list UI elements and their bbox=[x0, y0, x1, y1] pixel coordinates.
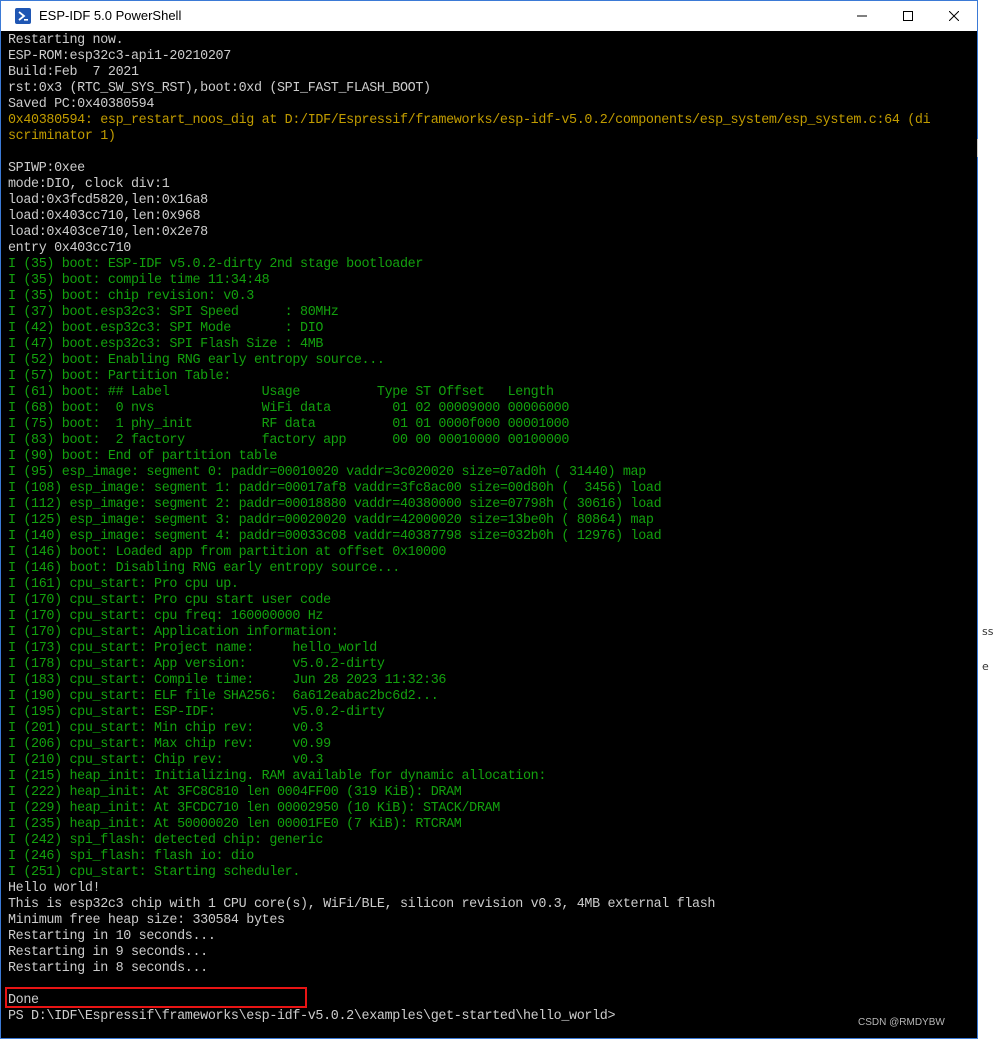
terminal-line: I (108) esp_image: segment 1: paddr=0001… bbox=[8, 481, 662, 496]
terminal-line: I (52) boot: Enabling RNG early entropy … bbox=[8, 353, 385, 368]
powershell-icon[interactable] bbox=[15, 8, 31, 24]
terminal-line: I (42) boot.esp32c3: SPI Mode : DIO bbox=[8, 321, 324, 336]
terminal-line: Restarting in 8 seconds... bbox=[8, 961, 208, 976]
terminal-line: I (201) cpu_start: Min chip rev: v0.3 bbox=[8, 721, 324, 736]
maximize-button[interactable] bbox=[885, 1, 931, 31]
close-icon bbox=[949, 11, 959, 21]
minimize-icon bbox=[857, 15, 867, 17]
terminal-line: I (95) esp_image: segment 0: paddr=00010… bbox=[8, 465, 646, 480]
terminal-line: I (195) cpu_start: ESP-IDF: v5.0.2-dirty bbox=[8, 705, 385, 720]
terminal-line: I (210) cpu_start: Chip rev: v0.3 bbox=[8, 753, 324, 768]
terminal-line: I (173) cpu_start: Project name: hello_w… bbox=[8, 641, 377, 656]
terminal-line: I (47) boot.esp32c3: SPI Flash Size : 4M… bbox=[8, 337, 324, 352]
terminal-line: mode:DIO, clock div:1 bbox=[8, 177, 170, 192]
terminal-line: I (146) boot: Loaded app from partition … bbox=[8, 545, 447, 560]
maximize-icon bbox=[903, 11, 913, 21]
terminal-line: I (112) esp_image: segment 2: paddr=0001… bbox=[8, 497, 662, 512]
terminal-line: I (170) cpu_start: Pro cpu start user co… bbox=[8, 593, 331, 608]
terminal-line: I (170) cpu_start: cpu freq: 160000000 H… bbox=[8, 609, 324, 624]
terminal-line: 0x40380594: esp_restart_noos_dig at D:/I… bbox=[8, 113, 931, 128]
terminal-line: I (75) boot: 1 phy_init RF data 01 01 00… bbox=[8, 417, 570, 432]
terminal-line: I (146) boot: Disabling RNG early entrop… bbox=[8, 561, 400, 576]
terminal-line: I (246) spi_flash: flash io: dio bbox=[8, 849, 254, 864]
terminal-line: I (140) esp_image: segment 4: paddr=0003… bbox=[8, 529, 662, 544]
terminal-line: Restarting in 10 seconds... bbox=[8, 929, 216, 944]
terminal-line: Restarting in 9 seconds... bbox=[8, 945, 208, 960]
terminal-line: I (61) boot: ## Label Usage Type ST Offs… bbox=[8, 385, 554, 400]
terminal-line: load:0x403cc710,len:0x968 bbox=[8, 209, 201, 224]
terminal-line: I (170) cpu_start: Application informati… bbox=[8, 625, 339, 640]
terminal-line: Hello world! bbox=[8, 881, 101, 896]
terminal-line: I (183) cpu_start: Compile time: Jun 28 … bbox=[8, 673, 447, 688]
terminal-line: Restarting now. bbox=[8, 33, 124, 48]
terminal-line: Minimum free heap size: 330584 bytes bbox=[8, 913, 285, 928]
terminal-lines: Restarting now. ESP-ROM:esp32c3-api1-2021… bbox=[8, 33, 931, 1025]
title-bar[interactable]: ESP-IDF 5.0 PowerShell bbox=[1, 1, 977, 31]
terminal-line: I (35) boot: chip revision: v0.3 bbox=[8, 289, 254, 304]
background-text: ss bbox=[982, 625, 993, 638]
powershell-window: ESP-IDF 5.0 PowerShell Restarting now. ES… bbox=[0, 0, 979, 1039]
terminal-line: ESP-ROM:esp32c3-api1-20210207 bbox=[8, 49, 231, 64]
terminal-line: load:0x403ce710,len:0x2e78 bbox=[8, 225, 208, 240]
terminal-line: I (57) boot: Partition Table: bbox=[8, 369, 231, 384]
terminal-line: I (68) boot: 0 nvs WiFi data 01 02 00009… bbox=[8, 401, 570, 416]
done-highlight-box bbox=[5, 987, 307, 1008]
scrollbar[interactable] bbox=[971, 31, 977, 1038]
terminal-line: I (125) esp_image: segment 3: paddr=0002… bbox=[8, 513, 654, 528]
background-window-edge bbox=[978, 0, 993, 1039]
terminal-line: rst:0x3 (RTC_SW_SYS_RST),boot:0xd (SPI_F… bbox=[8, 81, 431, 96]
terminal-line: I (35) boot: compile time 11:34:48 bbox=[8, 273, 270, 288]
terminal-line: I (251) cpu_start: Starting scheduler. bbox=[8, 865, 301, 880]
terminal-line: I (90) boot: End of partition table bbox=[8, 449, 277, 464]
terminal-line: I (83) boot: 2 factory factory app 00 00… bbox=[8, 433, 570, 448]
terminal-line: scriminator 1) bbox=[8, 129, 116, 144]
terminal-line: I (35) boot: ESP-IDF v5.0.2-dirty 2nd st… bbox=[8, 257, 424, 272]
watermark: CSDN @RMDYBW bbox=[858, 1017, 945, 1028]
terminal-line: Saved PC:0x40380594 bbox=[8, 97, 155, 112]
terminal-line: I (161) cpu_start: Pro cpu up. bbox=[8, 577, 239, 592]
terminal-line: I (215) heap_init: Initializing. RAM ava… bbox=[8, 769, 546, 784]
terminal-line: I (37) boot.esp32c3: SPI Speed : 80MHz bbox=[8, 305, 339, 320]
terminal-line: I (242) spi_flash: detected chip: generi… bbox=[8, 833, 324, 848]
window-title: ESP-IDF 5.0 PowerShell bbox=[39, 8, 182, 23]
terminal-line: I (235) heap_init: At 50000020 len 00001… bbox=[8, 817, 462, 832]
terminal-line: I (229) heap_init: At 3FCDC710 len 00002… bbox=[8, 801, 500, 816]
terminal-line: I (222) heap_init: At 3FC8C810 len 0004F… bbox=[8, 785, 462, 800]
terminal-line: I (206) cpu_start: Max chip rev: v0.99 bbox=[8, 737, 331, 752]
terminal-line: entry 0x403cc710 bbox=[8, 241, 131, 256]
background-text: e bbox=[982, 660, 989, 673]
close-button[interactable] bbox=[931, 1, 977, 31]
terminal-output[interactable]: Restarting now. ESP-ROM:esp32c3-api1-2021… bbox=[1, 31, 971, 1038]
minimize-button[interactable] bbox=[839, 1, 885, 31]
terminal-line: This is esp32c3 chip with 1 CPU core(s),… bbox=[8, 897, 716, 912]
terminal-line: load:0x3fcd5820,len:0x16a8 bbox=[8, 193, 208, 208]
terminal-line: I (190) cpu_start: ELF file SHA256: 6a61… bbox=[8, 689, 439, 704]
terminal-line: Build:Feb 7 2021 bbox=[8, 65, 139, 80]
terminal-line: I (178) cpu_start: App version: v5.0.2-d… bbox=[8, 657, 385, 672]
terminal-line: PS D:\IDF\Espressif\frameworks\esp-idf-v… bbox=[8, 1009, 616, 1024]
terminal-line: SPIWP:0xee bbox=[8, 161, 85, 176]
